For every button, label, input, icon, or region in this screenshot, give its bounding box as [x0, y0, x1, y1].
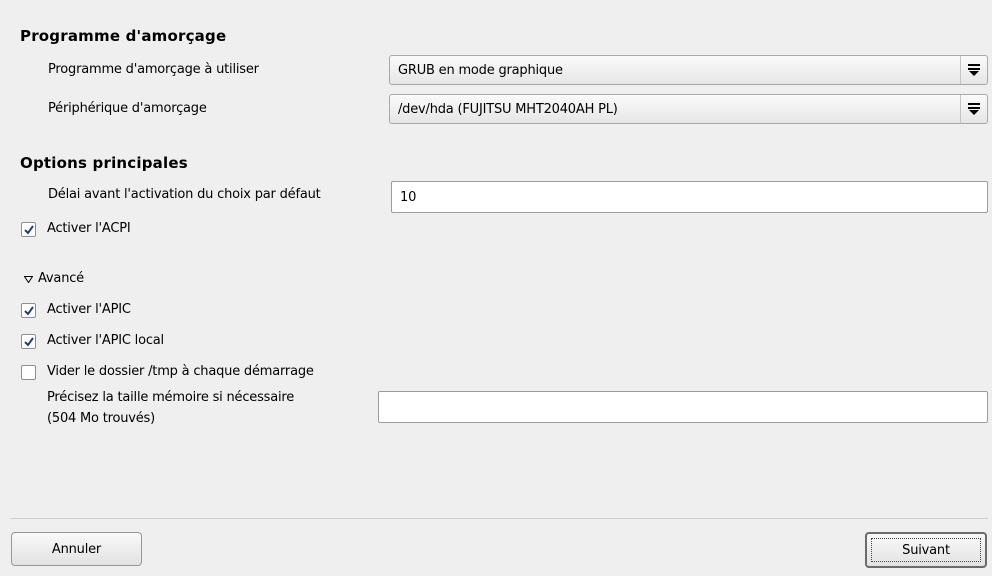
next-button-label: Suivant [902, 543, 950, 558]
checkmark-icon [24, 225, 34, 235]
apic-label: Activer l'APIC [47, 302, 131, 317]
memory-label-line2: (504 Mo trouvés) [47, 411, 156, 426]
checkmark-icon [24, 306, 34, 316]
local-apic-label: Activer l'APIC local [47, 333, 164, 348]
boot-device-label: Périphérique d'amorçage [48, 101, 207, 116]
main-options-section-title: Options principales [20, 154, 188, 172]
clean-tmp-checkbox[interactable] [21, 365, 36, 380]
cancel-button-label: Annuler [51, 542, 102, 557]
footer-separator [10, 518, 988, 519]
local-apic-checkbox[interactable] [21, 334, 36, 349]
clean-tmp-label: Vider le dossier /tmp à chaque démarrage [47, 364, 314, 379]
bootloader-label: Programme d'amorçage à utiliser [48, 62, 259, 77]
bootloader-select-value: GRUB en mode graphique [398, 63, 563, 78]
dropdown-arrow-icon [960, 56, 987, 84]
delay-label: Délai avant l'activation du choix par dé… [48, 187, 321, 202]
dropdown-arrow-icon [960, 95, 987, 123]
delay-input[interactable]: 10 [391, 181, 988, 213]
next-button[interactable]: Suivant [865, 532, 987, 568]
acpi-checkbox[interactable] [21, 222, 36, 237]
advanced-toggle-label: Avancé [38, 271, 84, 286]
apic-checkbox[interactable] [21, 303, 36, 318]
acpi-label: Activer l'ACPI [47, 221, 131, 236]
triangle-down-icon [24, 276, 33, 283]
boot-device-select[interactable]: /dev/hda (FUJITSU MHT2040AH PL) [389, 94, 988, 124]
delay-input-value: 10 [400, 190, 417, 205]
checkmark-icon [24, 337, 34, 347]
memory-label-line1: Précisez la taille mémoire si nécessaire [47, 390, 295, 405]
advanced-toggle[interactable]: Avancé [24, 271, 124, 289]
cancel-button[interactable]: Annuler [11, 532, 142, 566]
memory-size-input[interactable] [378, 391, 988, 423]
boot-device-select-value: /dev/hda (FUJITSU MHT2040AH PL) [398, 102, 618, 117]
bootloader-section-title: Programme d'amorçage [20, 27, 227, 45]
bootloader-select[interactable]: GRUB en mode graphique [389, 55, 988, 85]
